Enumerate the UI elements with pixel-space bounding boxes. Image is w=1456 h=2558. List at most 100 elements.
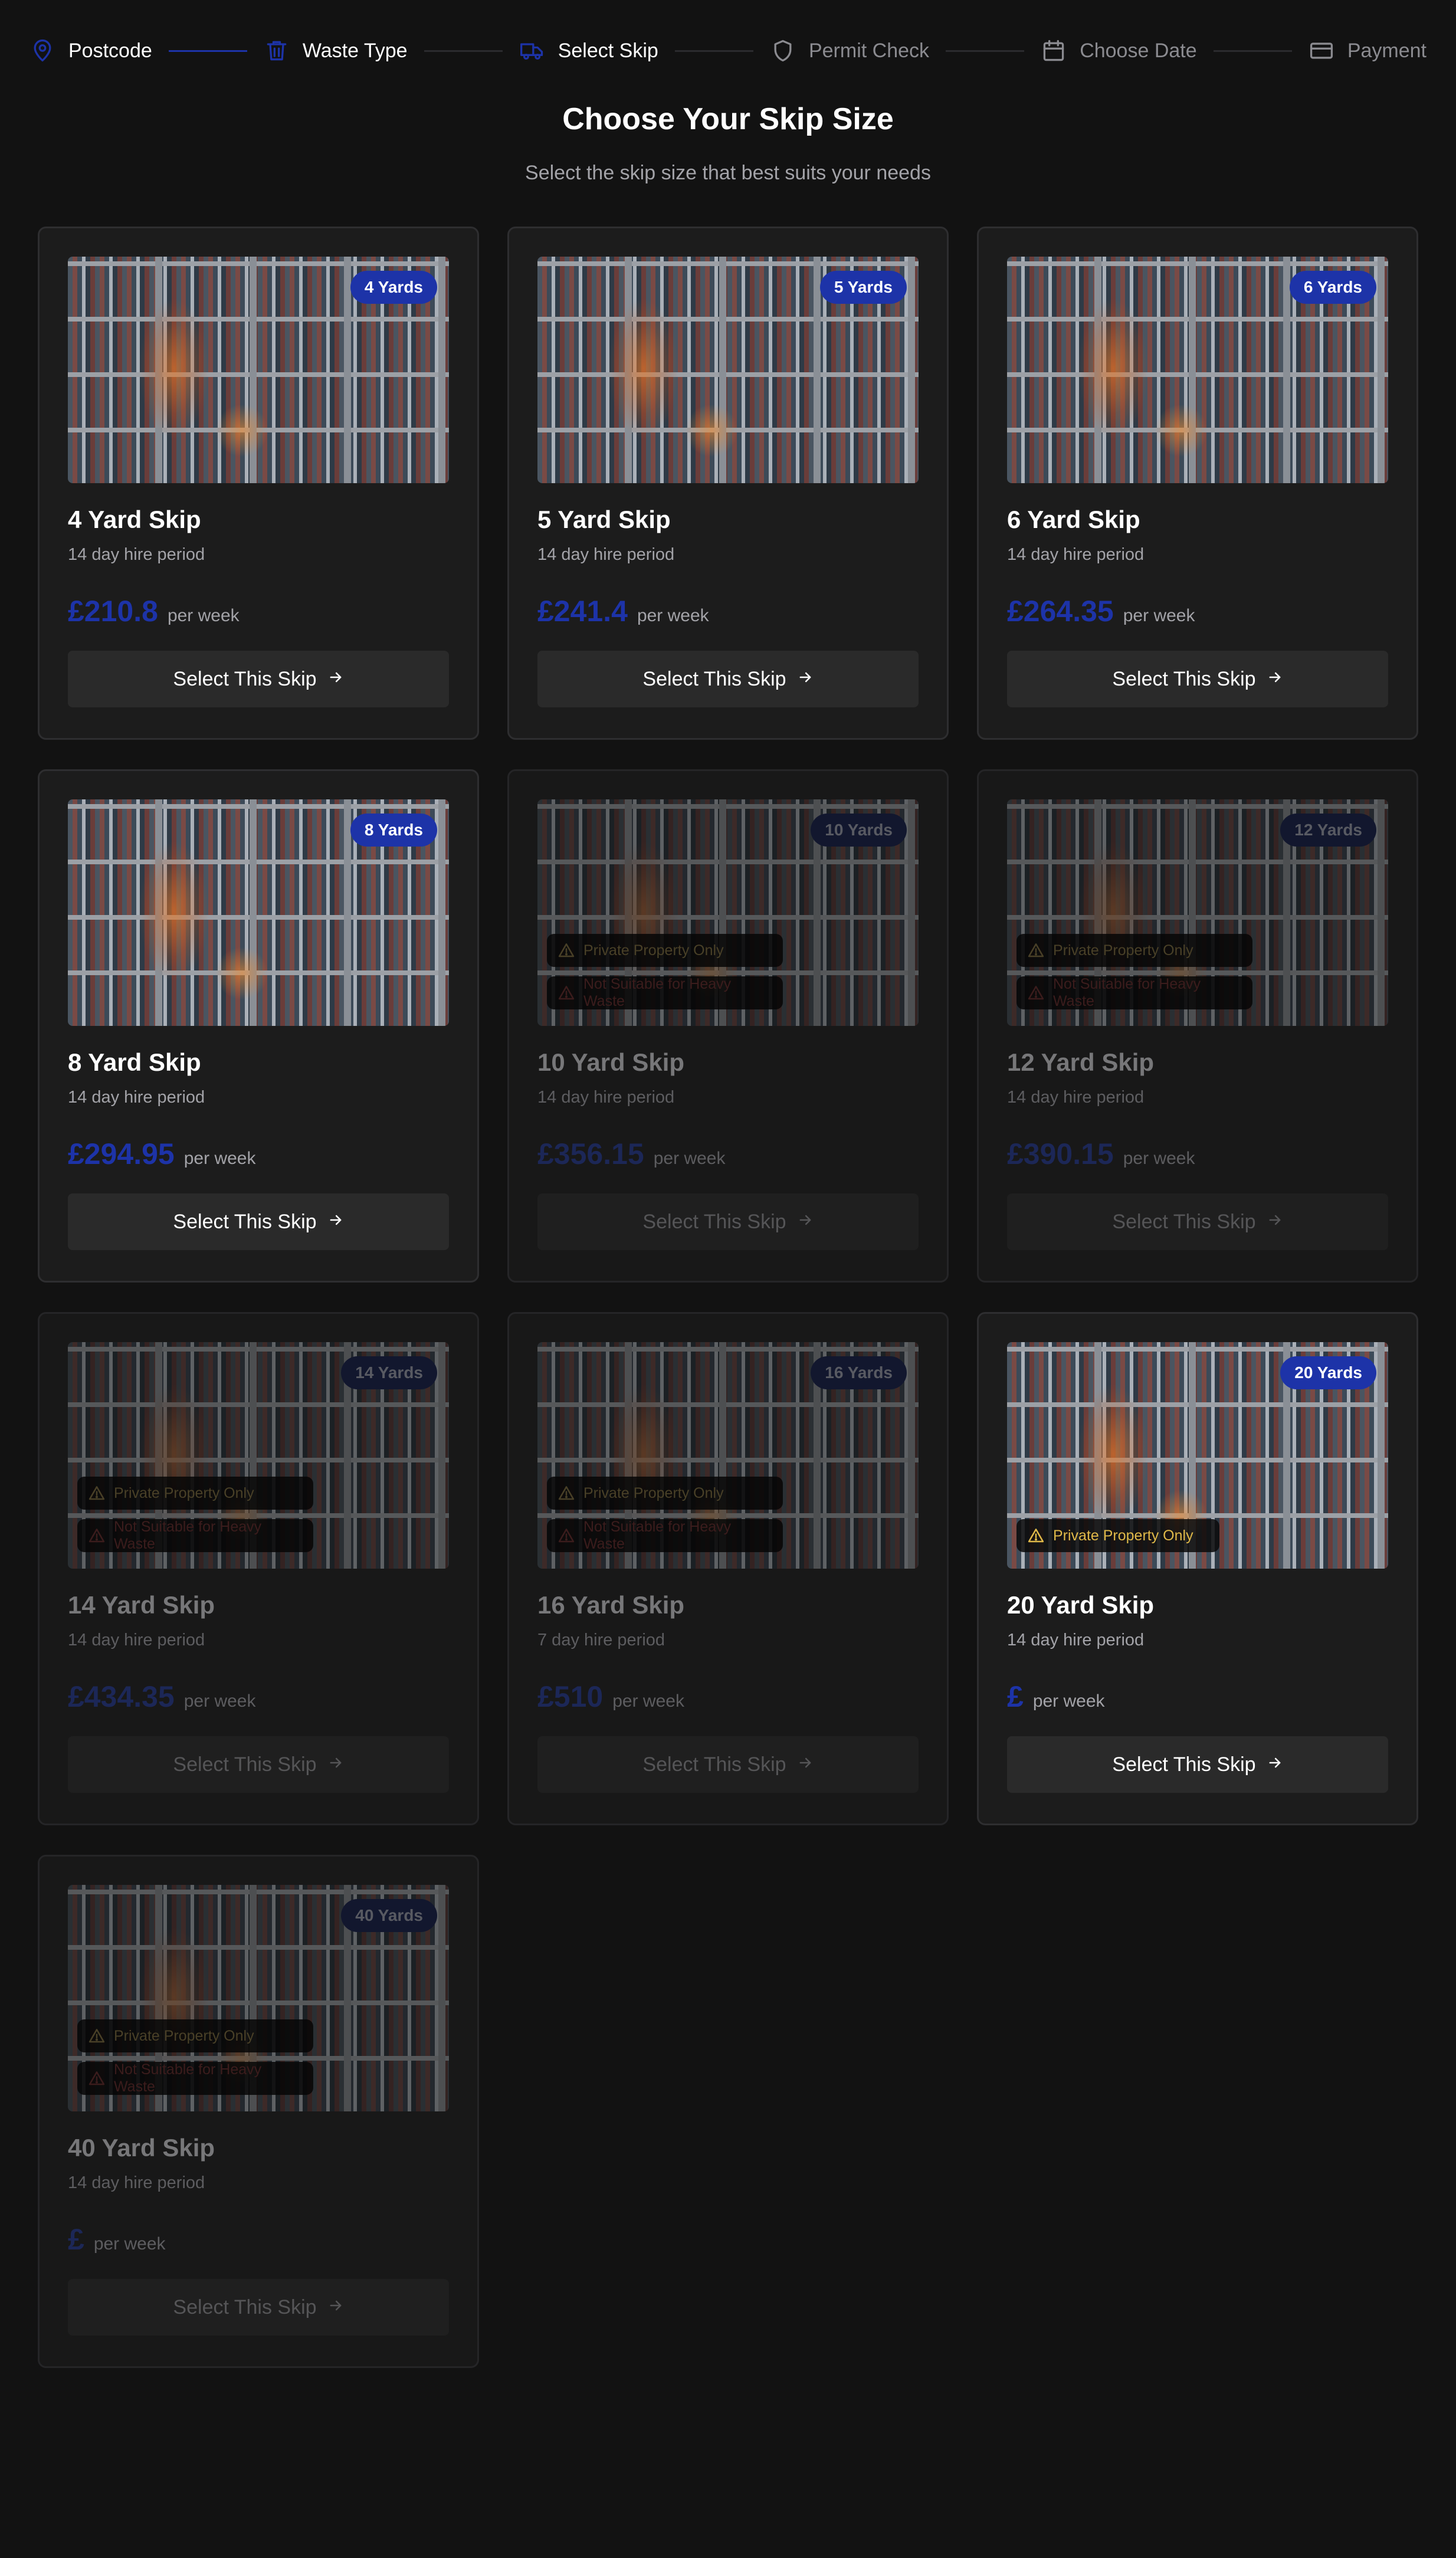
size-badge: 16 Yards [811,1356,907,1389]
per-week-label: per week [183,1149,256,1168]
step-waste-type[interactable]: Waste Type [264,38,408,64]
step-select-skip[interactable]: Select Skip [519,38,658,64]
price-row: £510 per week [537,1680,919,1717]
skip-grid: 4 Yards 4 Yard Skip 14 day hire period £… [38,227,1418,2368]
step-choose-date[interactable]: Choose Date [1041,38,1197,64]
skip-title: 6 Yard Skip [1007,506,1140,533]
skip-card[interactable]: 8 Yards 8 Yard Skip 14 day hire period £… [38,769,479,1283]
skip-card[interactable]: 5 Yards 5 Yard Skip 14 day hire period £… [507,227,949,740]
hire-period: 14 day hire period [68,545,205,564]
select-skip-button[interactable]: Select This Skip [68,1193,449,1250]
skip-card[interactable]: 6 Yards 6 Yard Skip 14 day hire period £… [977,227,1418,740]
arrow-right-icon [797,1753,814,1776]
price-row: £210.8 per week [68,594,449,632]
skip-title: 5 Yard Skip [537,506,671,533]
price-row: £ per week [1007,1680,1388,1717]
arrow-right-icon [797,1211,814,1234]
hire-period: 14 day hire period [68,2173,205,2192]
warning-text: Private Property Only [1053,1527,1193,1544]
size-badge: 4 Yards [350,271,437,304]
skip-title: 4 Yard Skip [68,506,201,533]
hire-period: 14 day hire period [68,1631,205,1649]
select-button-label: Select This Skip [173,1753,317,1776]
arrow-right-icon [1267,1211,1283,1234]
price-row: £294.95 per week [68,1137,449,1175]
skip-price: £ [1007,1680,1024,1713]
select-skip-button[interactable]: Select This Skip [68,651,449,707]
skip-card: 40 Yards Private Property Only Not Suitab… [38,1855,479,2368]
step-connector [1213,50,1292,52]
select-button-label: Select This Skip [642,1210,786,1233]
size-badge: 14 Yards [341,1356,437,1389]
warning-icon [88,1527,106,1544]
private-property-warning: Private Property Only [77,1477,313,1510]
skip-price: £390.15 [1007,1137,1114,1170]
select-button-label: Select This Skip [642,1753,786,1776]
warning-text: Private Property Only [114,1484,254,1501]
step-postcode[interactable]: Postcode [29,38,152,64]
select-skip-button[interactable]: Select This Skip [1007,1736,1388,1793]
size-badge: 20 Yards [1280,1356,1376,1389]
hire-period: 14 day hire period [1007,1088,1145,1107]
skip-card[interactable]: 4 Yards 4 Yard Skip 14 day hire period £… [38,227,479,740]
skip-card: 10 Yards Private Property Only Not Suitab… [507,769,949,1283]
select-skip-button: Select This Skip [537,1736,919,1793]
select-skip-button: Select This Skip [537,1193,919,1250]
skip-image: 40 Yards Private Property Only Not Suitab… [68,1885,449,2111]
skip-title: 10 Yard Skip [537,1048,685,1076]
step-connector [674,50,753,52]
skip-image: 4 Yards [68,257,449,483]
per-week-label: per week [183,1691,256,1711]
private-property-warning: Private Property Only [1016,934,1252,967]
step-connector [946,50,1025,52]
select-skip-button: Select This Skip [68,1736,449,1793]
heavy-waste-warning: Not Suitable for Heavy Waste [77,2061,313,2095]
skip-price: £ [68,2223,84,2256]
select-button-label: Select This Skip [1112,1753,1256,1776]
arrow-right-icon [327,1211,344,1234]
warning-icon [558,1484,575,1502]
warning-text: Private Property Only [583,942,724,959]
warning-icon [558,984,575,1002]
skip-price: £241.4 [537,595,628,628]
hire-period: 14 day hire period [537,545,675,564]
trash-icon [264,38,290,64]
hire-period: 14 day hire period [68,1088,205,1107]
hire-period: 7 day hire period [537,1631,665,1649]
arrow-right-icon [327,1753,344,1776]
per-week-label: per week [1123,606,1195,625]
select-skip-button: Select This Skip [68,2279,449,2336]
shield-icon [770,38,796,64]
skip-image: 16 Yards Private Property Only Not Suitab… [537,1342,919,1569]
step-label: Waste Type [302,39,408,62]
arrow-right-icon [327,668,344,691]
skip-image: 5 Yards [537,257,919,483]
skip-image: 8 Yards [68,799,449,1026]
warning-icon [1027,942,1045,959]
per-week-label: per week [653,1149,726,1168]
per-week-label: per week [1123,1149,1195,1168]
select-skip-button[interactable]: Select This Skip [1007,651,1388,707]
skip-card[interactable]: 20 Yards Private Property Only 20 Yard S… [977,1312,1418,1825]
skip-title: 12 Yard Skip [1007,1048,1155,1076]
skip-image: 12 Yards Private Property Only Not Suitab… [1007,799,1388,1026]
private-property-warning: Private Property Only [77,2019,313,2052]
hire-period: 14 day hire period [537,1088,675,1107]
credit-card-icon [1309,38,1334,64]
step-payment[interactable]: Payment [1309,38,1427,64]
skip-title: 14 Yard Skip [68,1591,215,1619]
step-connector [168,50,247,52]
per-week-label: per week [167,606,240,625]
size-badge: 10 Yards [811,814,907,847]
step-label: Permit Check [808,39,930,62]
select-skip-button[interactable]: Select This Skip [537,651,919,707]
arrow-right-icon [797,668,814,691]
step-permit-check[interactable]: Permit Check [770,38,929,64]
size-badge: 6 Yards [1289,271,1376,304]
private-property-warning: Private Property Only [1016,1519,1219,1552]
hire-period: 14 day hire period [1007,545,1145,564]
warning-text: Not Suitable for Heavy Waste [1053,976,1201,1009]
price-row: £390.15 per week [1007,1137,1388,1175]
warning-icon [88,1484,106,1502]
size-badge: 5 Yards [819,271,907,304]
